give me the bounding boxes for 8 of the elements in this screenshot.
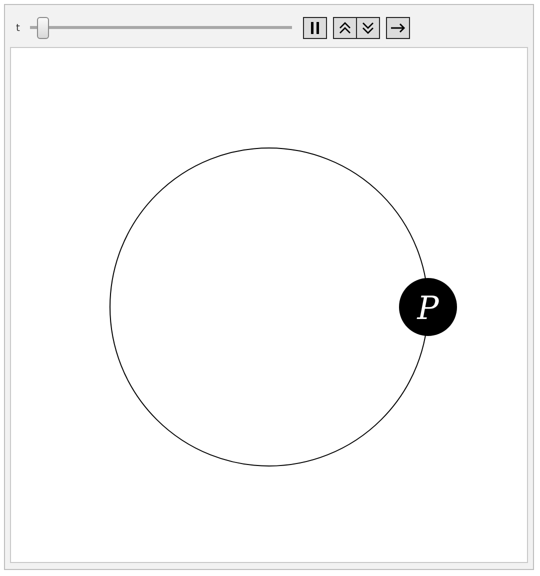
pause-button[interactable] [302, 17, 327, 39]
slower-button[interactable] [356, 17, 380, 39]
point-marker [399, 278, 457, 336]
direction-button[interactable] [386, 17, 410, 39]
slider-thumb[interactable] [37, 17, 50, 39]
point-label: P [417, 289, 439, 327]
faster-button[interactable] [332, 17, 357, 39]
slider-label: t [16, 22, 20, 34]
